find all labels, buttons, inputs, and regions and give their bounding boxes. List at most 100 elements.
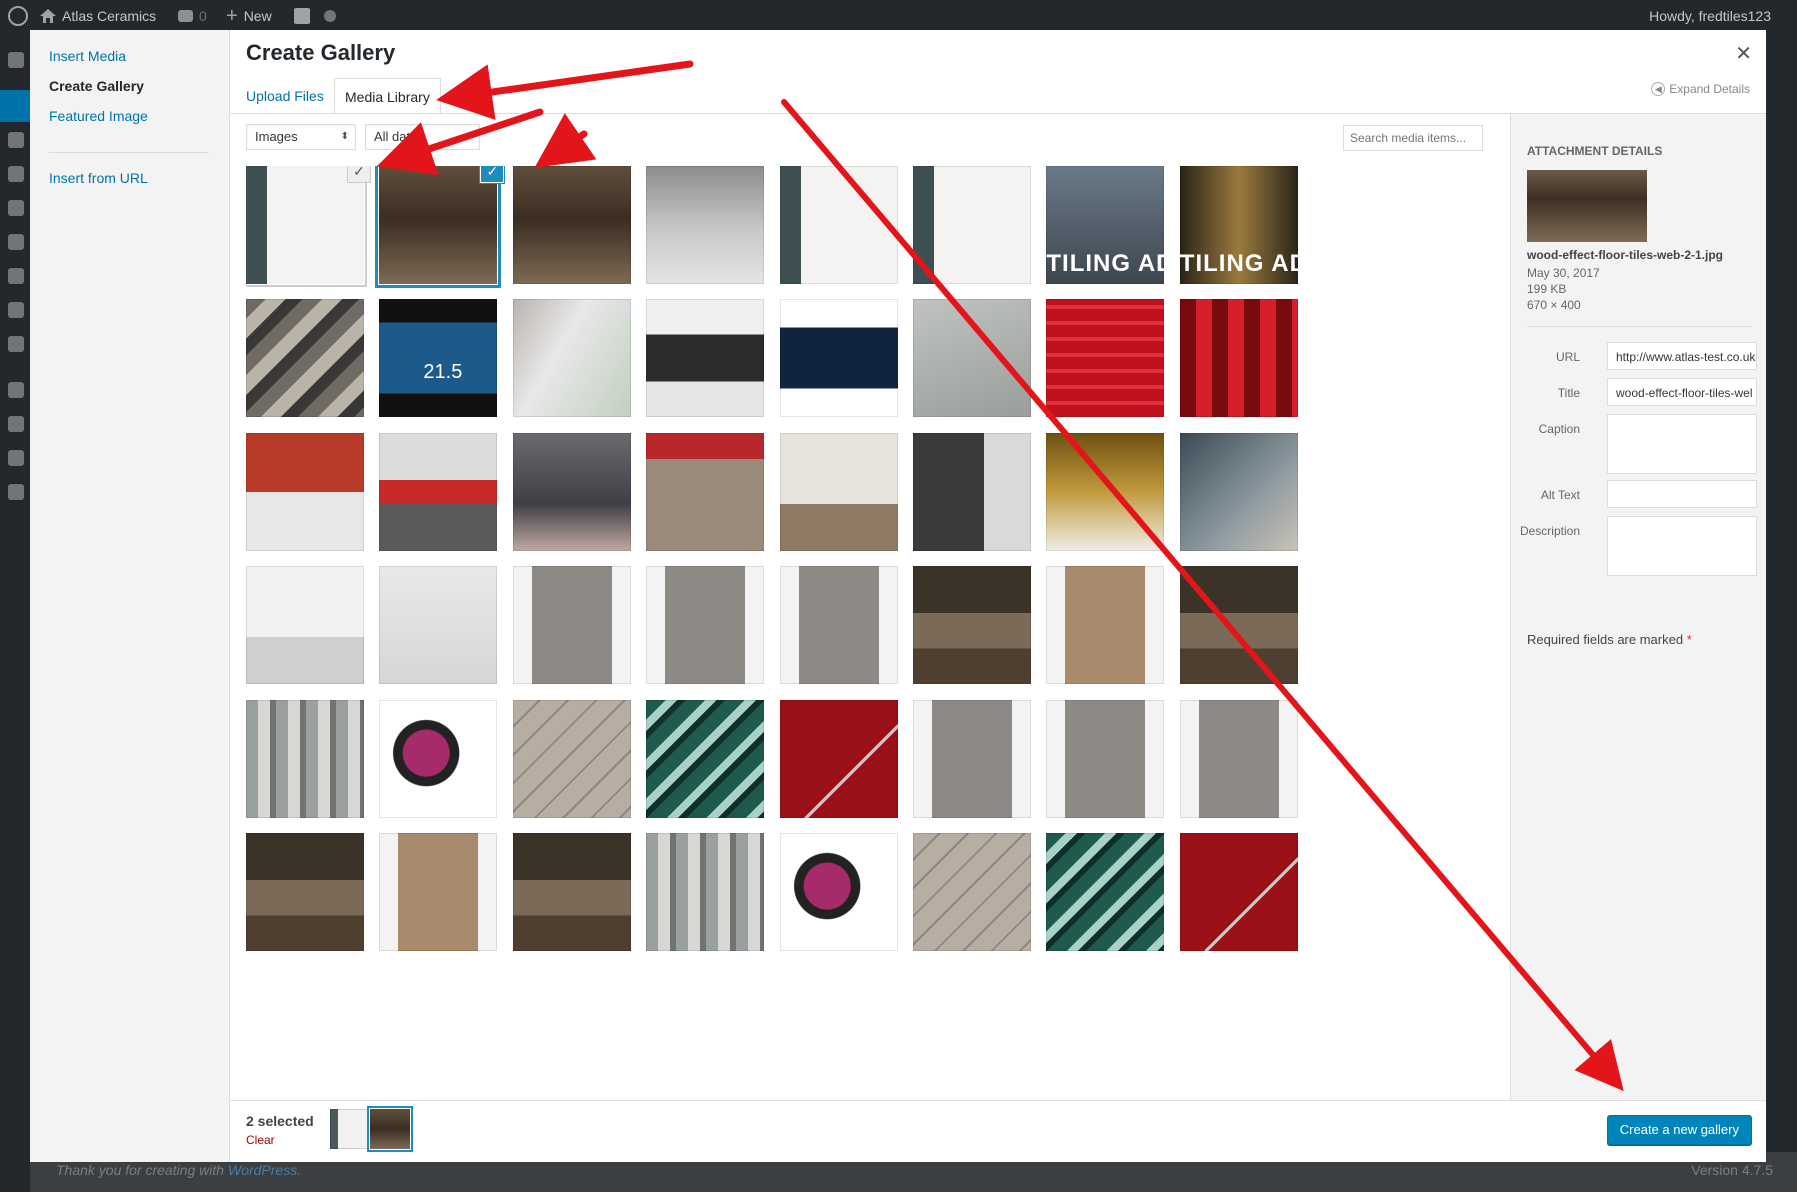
media-thumbnail-basin-mosaic[interactable]: [646, 166, 765, 284]
media-thumbnail-kitchen-island[interactable]: [779, 432, 898, 551]
media-thumbnail-grey-mosaic[interactable]: [646, 833, 765, 951]
media-thumbnail-red-sparkle[interactable]: [779, 699, 898, 818]
menu-separator: [49, 152, 209, 153]
media-thumbnail-tiling-advice-corridor[interactable]: TILING ADVI: [1179, 166, 1298, 284]
pin-icon[interactable]: [8, 200, 24, 216]
pages-icon[interactable]: [8, 268, 24, 284]
media-thumbnail-bedroom-wood[interactable]: [512, 166, 631, 284]
media-thumbnail-bedroom-wood[interactable]: ✓: [379, 166, 505, 284]
new-label: New: [243, 8, 272, 24]
pin-icon[interactable]: [8, 302, 24, 318]
media-thumbnail-wood-room[interactable]: [913, 566, 1031, 685]
media-thumbnail-red-sparkle[interactable]: [1179, 833, 1298, 951]
media-thumbnail-green-glass[interactable]: [1046, 833, 1165, 951]
selection-thumbnail[interactable]: [370, 1109, 410, 1149]
media-thumbnail-cheque[interactable]: [646, 432, 765, 551]
media-thumbnail-grey-plank[interactable]: [913, 699, 1031, 818]
search-media-input[interactable]: [1343, 125, 1483, 151]
media-type-filter[interactable]: Images ⬍: [246, 124, 356, 150]
menu-insert-media[interactable]: Insert Media: [49, 48, 126, 64]
required-star: *: [1686, 632, 1692, 647]
site-name-link[interactable]: Atlas Ceramics: [40, 0, 156, 32]
media-thumbnail-grey-mosaic[interactable]: [246, 699, 364, 818]
selection-count: 2 selected: [246, 1113, 314, 1129]
settings-icon[interactable]: [8, 450, 24, 466]
media-thumbnail-green-glass[interactable]: [646, 699, 765, 818]
media-thumbnail-knee-pads[interactable]: [779, 833, 898, 951]
create-gallery-button[interactable]: Create a new gallery: [1606, 1115, 1752, 1145]
account-greeting[interactable]: Howdy, fredtiles123: [1649, 0, 1771, 32]
wordpress-link[interactable]: WordPress: [228, 1162, 297, 1178]
menu-insert-from-url[interactable]: Insert from URL: [49, 170, 148, 186]
media-thumbnail-grey-pebble[interactable]: [913, 299, 1031, 418]
media-thumbnail-beige-tiles[interactable]: [913, 833, 1031, 951]
attachment-details-heading: Attachment Details: [1527, 144, 1663, 158]
media-thumbnail-warmup-screen[interactable]: [646, 299, 765, 418]
media-thumbnail-bath-white[interactable]: ✓: [246, 166, 371, 284]
media-icon[interactable]: [8, 132, 24, 148]
alt-text-field[interactable]: [1607, 480, 1757, 508]
media-thumbnail-grey-plank[interactable]: [512, 566, 631, 685]
admin-menu: [0, 32, 30, 1192]
media-thumbnail-kitchen-splash[interactable]: [379, 432, 498, 551]
description-field[interactable]: [1607, 516, 1757, 576]
expand-details-button[interactable]: ◀ Expand Details: [1651, 82, 1750, 96]
media-thumbnail-red-kitchen[interactable]: [246, 432, 364, 551]
title-field[interactable]: wood-effect-floor-tiles-wel: [1607, 378, 1757, 406]
media-thumbnail-wood-room[interactable]: [246, 833, 364, 951]
comments-menu-icon[interactable]: [8, 166, 24, 182]
media-thumbnail-grey-plank[interactable]: [1046, 699, 1165, 818]
clear-selection-link[interactable]: Clear: [246, 1133, 275, 1147]
play-icon[interactable]: [8, 484, 24, 500]
media-thumbnail-knee-pads[interactable]: [379, 699, 498, 818]
check-icon[interactable]: ✓: [480, 166, 505, 183]
title-label: Title: [1557, 386, 1580, 400]
media-thumbnail-wood-room[interactable]: [512, 833, 631, 951]
media-thumbnail-red-tiles[interactable]: [1046, 299, 1165, 418]
yoast-icon[interactable]: [294, 0, 310, 32]
frame-title: Create Gallery: [246, 40, 396, 65]
pin-icon[interactable]: [8, 234, 24, 250]
media-thumbnail-white-kitchen[interactable]: [246, 566, 364, 685]
new-content-link[interactable]: + New: [226, 0, 272, 32]
media-thumbnail-bath-white[interactable]: [779, 166, 898, 284]
users-icon[interactable]: [8, 382, 24, 398]
media-thumbnail-warmup-ad[interactable]: [779, 299, 898, 418]
mail-icon[interactable]: [8, 336, 24, 352]
date-filter-value: All dates: [374, 129, 424, 144]
menu-featured-image[interactable]: Featured Image: [49, 108, 148, 124]
media-thumbnail-mosaic-grey[interactable]: [246, 299, 364, 418]
media-thumbnail-slate-floor[interactable]: [1179, 432, 1298, 551]
media-thumbnail-showroom-people[interactable]: [512, 432, 631, 551]
tab-media-library[interactable]: Media Library: [334, 78, 441, 114]
menu-create-gallery[interactable]: Create Gallery: [49, 78, 144, 94]
media-thumbnail-phone-app[interactable]: [512, 299, 631, 418]
check-icon[interactable]: ✓: [347, 166, 371, 183]
tools-icon[interactable]: [8, 416, 24, 432]
close-icon[interactable]: ✕: [1735, 44, 1752, 64]
media-thumbnail-bath-white[interactable]: [913, 166, 1031, 284]
tab-upload-files[interactable]: Upload Files: [236, 78, 334, 114]
media-thumbnail-red-mosaic[interactable]: [1179, 299, 1298, 418]
media-thumbnail-wood-plank[interactable]: [379, 833, 498, 951]
media-thumbnail-grey-bathroom[interactable]: [913, 432, 1031, 551]
media-thumbnail-grey-plank[interactable]: [1179, 699, 1298, 818]
posts-icon[interactable]: [0, 90, 30, 122]
media-thumbnail-beige-tiles[interactable]: [512, 699, 631, 818]
date-filter[interactable]: All dates: [365, 124, 480, 150]
comments-link[interactable]: 0: [178, 0, 207, 32]
media-thumbnail-gold-bathroom[interactable]: [1046, 432, 1165, 551]
attachment-thumbnail: [1527, 170, 1647, 242]
caption-field[interactable]: [1607, 414, 1757, 474]
dashboard-icon[interactable]: [8, 52, 24, 68]
media-thumbnail-wood-plank[interactable]: [1046, 566, 1165, 685]
media-thumbnail-thermostat[interactable]: 21.5: [379, 299, 498, 418]
media-thumbnail-grey-plank[interactable]: [779, 566, 898, 685]
selection-thumbnail[interactable]: [330, 1109, 370, 1149]
url-field[interactable]: http://www.atlas-test.co.uk: [1607, 342, 1757, 370]
media-thumbnail-tiling-advice[interactable]: TILING ADVI: [1046, 166, 1165, 284]
media-thumbnail-wood-room[interactable]: [1179, 566, 1298, 685]
media-thumbnail-white-living[interactable]: [379, 566, 498, 685]
wordpress-logo-icon[interactable]: [8, 0, 28, 32]
media-thumbnail-grey-plank[interactable]: [646, 566, 765, 685]
